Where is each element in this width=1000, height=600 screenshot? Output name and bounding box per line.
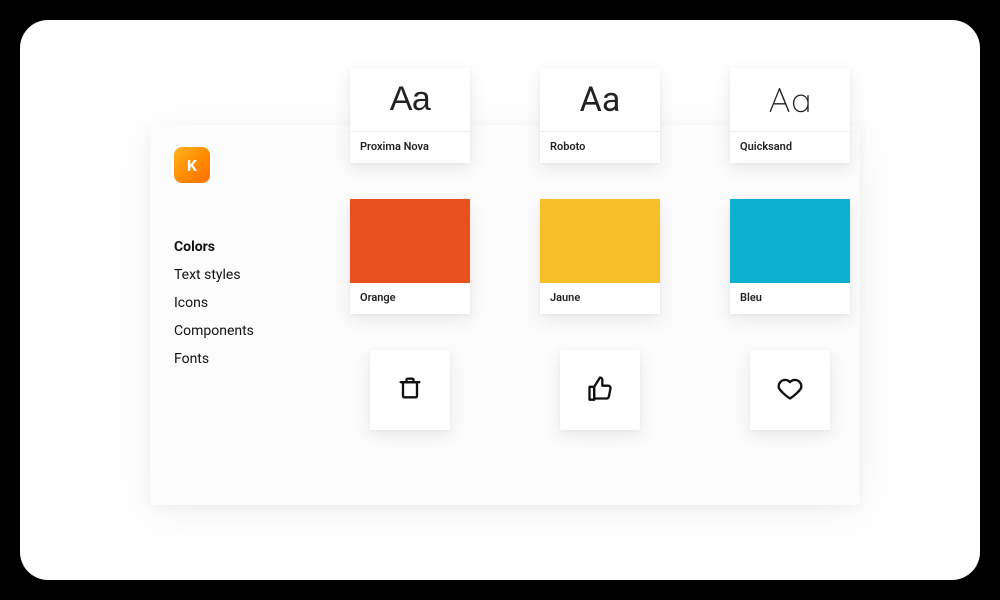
asset-grid: Aa Proxima Nova Aa Roboto Aa Quicksand O…: [350, 68, 910, 466]
sidebar-item-icons[interactable]: Icons: [174, 289, 300, 317]
font-sample: Aa: [730, 68, 850, 132]
sidebar-item-colors[interactable]: Colors: [174, 233, 300, 261]
trash-icon: [396, 374, 424, 406]
icon-card-heart[interactable]: [750, 350, 830, 430]
color-name-label: Jaune: [540, 283, 660, 314]
sidebar-item-fonts[interactable]: Fonts: [174, 345, 300, 373]
font-card-proxima[interactable]: Aa Proxima Nova: [350, 68, 470, 163]
color-card-jaune[interactable]: Jaune: [540, 199, 660, 314]
app-logo[interactable]: K: [174, 147, 210, 183]
thumbs-up-icon: [586, 374, 614, 406]
font-sample: Aa: [350, 68, 470, 132]
icons-row: [350, 350, 910, 430]
icon-card-trash[interactable]: [370, 350, 450, 430]
sidebar-item-text-styles[interactable]: Text styles: [174, 261, 300, 289]
font-card-quicksand[interactable]: Aa Quicksand: [730, 68, 850, 163]
color-swatch: [540, 199, 660, 283]
app-window: K Colors Text styles Icons Components Fo…: [20, 20, 980, 580]
color-card-orange[interactable]: Orange: [350, 199, 470, 314]
color-name-label: Bleu: [730, 283, 850, 314]
sidebar-item-components[interactable]: Components: [174, 317, 300, 345]
colors-row: Orange Jaune Bleu: [350, 199, 910, 314]
font-name-label: Roboto: [540, 132, 660, 163]
color-card-bleu[interactable]: Bleu: [730, 199, 850, 314]
sidebar: K Colors Text styles Icons Components Fo…: [150, 125, 300, 505]
fonts-row: Aa Proxima Nova Aa Roboto Aa Quicksand: [350, 68, 910, 163]
font-name-label: Quicksand: [730, 132, 850, 163]
color-name-label: Orange: [350, 283, 470, 314]
font-sample: Aa: [540, 68, 660, 132]
app-logo-letter: K: [187, 156, 197, 175]
heart-icon: [776, 374, 804, 406]
color-swatch: [350, 199, 470, 283]
font-name-label: Proxima Nova: [350, 132, 470, 163]
color-swatch: [730, 199, 850, 283]
icon-card-thumbs-up[interactable]: [560, 350, 640, 430]
font-card-roboto[interactable]: Aa Roboto: [540, 68, 660, 163]
